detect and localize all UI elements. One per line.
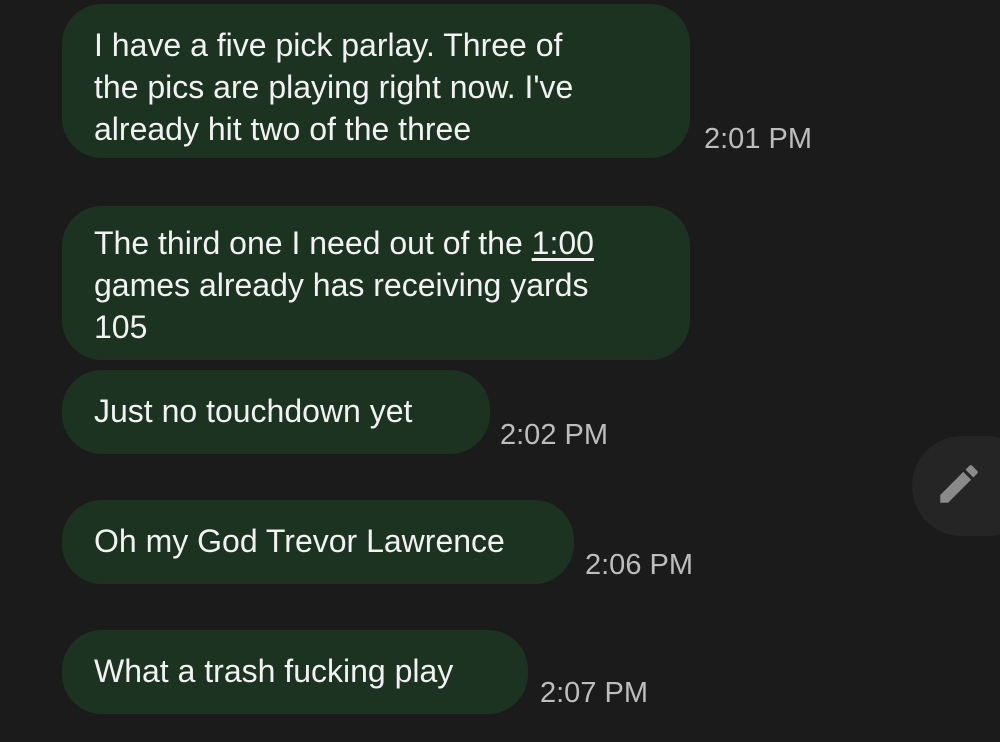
- message-line: Oh my God Trevor Lawrence: [94, 523, 505, 559]
- message-bubble[interactable]: I have a five pick parlay. Three of the …: [62, 4, 690, 158]
- message-line: the pics are playing right now. I've: [94, 69, 574, 105]
- message-line: What a trash fucking play: [94, 653, 454, 689]
- pencil-icon: [934, 459, 984, 514]
- message-timestamp: 2:06 PM: [585, 549, 693, 581]
- message-line: 105: [94, 309, 148, 345]
- message-text: The third one I need out of the: [94, 225, 532, 261]
- message-timestamp: 2:07 PM: [540, 677, 648, 709]
- message-bubble[interactable]: The third one I need out of the 1:00 gam…: [62, 206, 690, 360]
- message-line: Just no touchdown yet: [94, 393, 413, 429]
- compose-button[interactable]: [912, 436, 1000, 536]
- time-link[interactable]: 1:00: [532, 225, 594, 261]
- message-line: games already has receiving yards: [94, 267, 589, 303]
- message-line: already hit two of the three: [94, 111, 472, 147]
- message-bubble[interactable]: What a trash fucking play: [62, 630, 528, 714]
- message-timestamp: 2:01 PM: [704, 123, 812, 155]
- conversation-view: I have a five pick parlay. Three of the …: [0, 0, 1000, 742]
- message-line: The third one I need out of the 1:00: [94, 222, 658, 264]
- message-timestamp: 2:02 PM: [500, 419, 608, 451]
- message-bubble[interactable]: Just no touchdown yet: [62, 370, 490, 454]
- message-bubble[interactable]: Oh my God Trevor Lawrence: [62, 500, 574, 584]
- message-line: I have a five pick parlay. Three of: [94, 27, 563, 63]
